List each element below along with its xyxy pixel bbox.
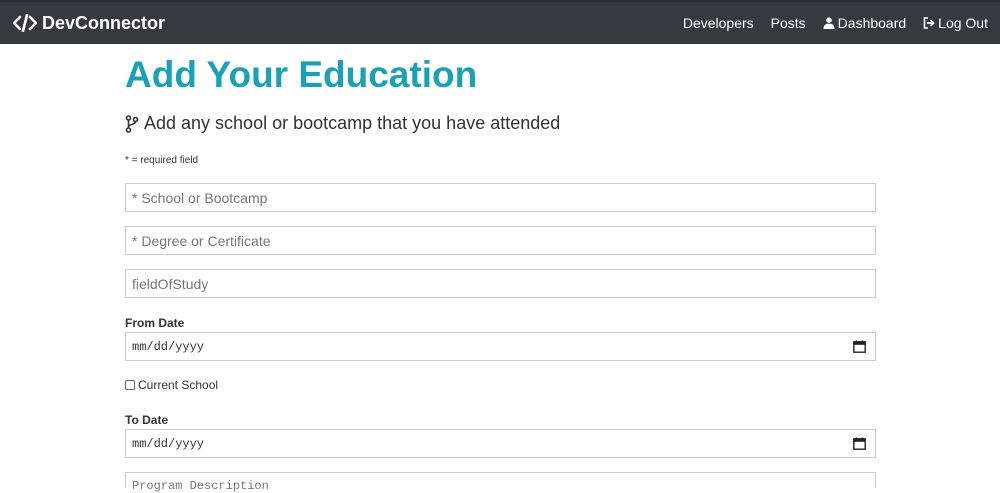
current-school-checkbox[interactable]: [125, 380, 135, 390]
to-date-label: To Date: [125, 413, 169, 427]
field-of-study-placeholder: fieldOfStudy: [132, 275, 209, 292]
school-input[interactable]: * School or Bootcamp: [125, 183, 876, 212]
education-form: * School or Bootcamp * Degree or Certifi…: [125, 0, 876, 493]
from-date-input[interactable]: mm/dd/yyyy: [125, 332, 876, 361]
current-school-checkbox-row[interactable]: Current School: [125, 378, 218, 392]
nav-logout-link[interactable]: Log Out: [923, 15, 988, 31]
nav-logout-label: Log Out: [938, 15, 988, 31]
code-icon: [13, 14, 37, 32]
program-description-placeholder: Program Description: [132, 479, 269, 493]
program-description-textarea[interactable]: Program Description: [125, 472, 876, 493]
from-date-label: From Date: [125, 316, 185, 330]
degree-placeholder: * Degree or Certificate: [132, 232, 271, 249]
to-date-placeholder: mm/dd/yyyy: [132, 436, 205, 451]
from-date-placeholder: mm/dd/yyyy: [132, 339, 205, 354]
field-of-study-input[interactable]: fieldOfStudy: [125, 269, 876, 298]
school-placeholder: * School or Bootcamp: [132, 189, 268, 206]
sign-out-icon: [923, 17, 935, 29]
calendar-icon[interactable]: [853, 437, 866, 450]
degree-input[interactable]: * Degree or Certificate: [125, 226, 876, 255]
current-school-label: Current School: [138, 378, 219, 392]
to-date-input[interactable]: mm/dd/yyyy: [125, 429, 876, 458]
calendar-icon[interactable]: [853, 340, 866, 353]
